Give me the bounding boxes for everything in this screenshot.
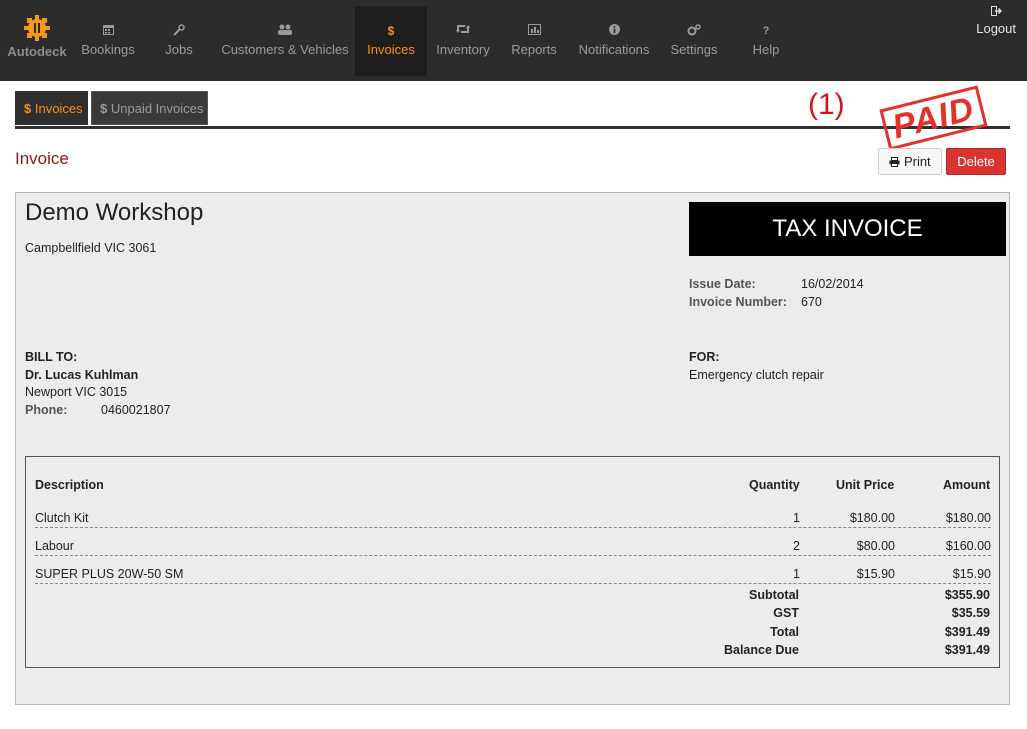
paid-stamp: PAID xyxy=(879,85,988,151)
column-header-description: Description xyxy=(35,478,104,492)
phone-value: 0460021807 xyxy=(101,403,171,417)
total-value: $391.49 xyxy=(944,625,990,639)
table-row: SUPER PLUS 20W-50 SM 1 $15.90 $15.90 xyxy=(35,562,991,584)
logout-button[interactable]: Logout xyxy=(976,6,1016,36)
wrench-icon xyxy=(150,24,208,38)
dollar-icon: $ xyxy=(24,101,32,116)
nav-notifications[interactable]: Notifications xyxy=(572,6,656,76)
bar-chart-icon xyxy=(503,24,565,38)
users-icon xyxy=(216,24,354,38)
company-address: Campbellfield VIC 3061 xyxy=(25,241,157,255)
line-description: Clutch Kit xyxy=(35,511,89,525)
nav-label: Help xyxy=(752,42,780,57)
nav-label: Jobs xyxy=(165,42,193,57)
phone-label: Phone: xyxy=(25,403,68,417)
for-heading: FOR: xyxy=(689,350,720,364)
line-unit-price: $15.90 xyxy=(856,567,895,581)
bill-to-heading: BILL TO: xyxy=(25,350,78,364)
line-amount: $160.00 xyxy=(945,539,991,553)
balance-due-value: $391.49 xyxy=(944,643,990,657)
nav-bookings[interactable]: Bookings xyxy=(75,6,141,76)
subtotal-label: Subtotal xyxy=(749,588,799,602)
column-header-amount: Amount xyxy=(943,478,991,492)
line-unit-price: $80.00 xyxy=(856,539,895,553)
subtotal-value: $355.90 xyxy=(944,588,990,602)
info-icon xyxy=(572,24,656,38)
tab-label: Unpaid Invoices xyxy=(110,101,204,116)
logout-label: Logout xyxy=(976,21,1016,36)
column-header-unit-price: Unit Price xyxy=(836,478,895,492)
nav-reports[interactable]: Reports xyxy=(503,6,565,76)
nav-label: Bookings xyxy=(81,42,135,57)
nav-jobs[interactable]: Jobs xyxy=(150,6,208,76)
nav-customers-vehicles[interactable]: Customers & Vehicles xyxy=(216,6,354,76)
invoice-number-label: Invoice Number: xyxy=(689,295,787,309)
page-title: Invoice xyxy=(15,149,69,168)
for-description: Emergency clutch repair xyxy=(689,368,824,382)
print-button[interactable]: Print xyxy=(878,148,942,175)
nav-label: Customers & Vehicles xyxy=(221,42,349,57)
nav-inventory[interactable]: Inventory xyxy=(430,6,496,76)
retweet-icon xyxy=(430,24,496,38)
nav-label: Settings xyxy=(670,42,718,57)
line-amount: $180.00 xyxy=(945,511,991,525)
company-name: Demo Workshop xyxy=(25,199,204,226)
question-icon: ? xyxy=(762,25,770,37)
line-quantity: 1 xyxy=(793,567,800,581)
line-amount: $15.90 xyxy=(952,567,991,581)
customer-name: Dr. Lucas Kuhlman xyxy=(25,368,139,382)
tab-invoices[interactable]: $ Invoices xyxy=(15,91,88,125)
brand-logo[interactable]: Autodeck xyxy=(4,14,70,59)
nav-invoices[interactable]: $ Invoices xyxy=(355,6,427,76)
nav-label: Notifications xyxy=(578,42,650,57)
issue-date-value: 16/02/2014 xyxy=(801,277,864,291)
paid-stamp-text: PAID xyxy=(879,85,988,151)
gst-label: GST xyxy=(773,606,799,620)
delete-label: Delete xyxy=(957,154,995,169)
delete-button[interactable]: Delete xyxy=(946,148,1006,175)
cogs-icon xyxy=(662,24,726,38)
gst-value: $35.59 xyxy=(951,606,990,620)
tax-invoice-banner: TAX INVOICE xyxy=(689,202,1006,256)
nav-help[interactable]: ? Help xyxy=(738,6,794,76)
nav-label: Reports xyxy=(511,42,557,57)
dollar-icon: $ xyxy=(100,101,108,116)
table-row: Clutch Kit 1 $180.00 $180.00 xyxy=(35,506,991,528)
line-description: Labour xyxy=(35,539,74,553)
tab-label: Invoices xyxy=(34,101,83,116)
calendar-icon xyxy=(75,24,141,38)
top-navbar: Autodeck Bookings Jobs Customers & Vehic… xyxy=(0,0,1027,81)
nav-label: Invoices xyxy=(367,42,415,57)
customer-address: Newport VIC 3015 xyxy=(25,385,128,399)
total-label: Total xyxy=(770,625,799,639)
brand-name: Autodeck xyxy=(7,44,67,59)
sign-out-icon xyxy=(976,6,1016,18)
print-label: Print xyxy=(903,154,931,169)
table-row: Labour 2 $80.00 $160.00 xyxy=(35,534,991,556)
balance-due-label: Balance Due xyxy=(723,643,799,657)
nav-label: Inventory xyxy=(436,42,490,57)
tab-underline xyxy=(15,126,1010,129)
issue-date-label: Issue Date: xyxy=(689,277,756,291)
line-quantity: 2 xyxy=(793,539,800,553)
nav-settings[interactable]: Settings xyxy=(662,6,726,76)
dollar-icon: $ xyxy=(387,24,395,38)
column-header-quantity: Quantity xyxy=(749,478,800,492)
line-description: SUPER PLUS 20W-50 SM xyxy=(35,567,184,581)
tab-unpaid-invoices[interactable]: $ Unpaid Invoices xyxy=(91,91,208,125)
line-unit-price: $180.00 xyxy=(849,511,895,525)
print-icon xyxy=(889,157,900,167)
autodeck-gear-icon xyxy=(24,15,50,41)
page-count-annotation: (1) xyxy=(808,88,845,121)
invoice-panel: Demo Workshop Campbellfield VIC 3061 TAX… xyxy=(15,192,1010,705)
line-quantity: 1 xyxy=(793,511,800,525)
invoice-number-value: 670 xyxy=(801,295,822,309)
line-items-table: Description Quantity Unit Price Amount C… xyxy=(25,456,1000,668)
